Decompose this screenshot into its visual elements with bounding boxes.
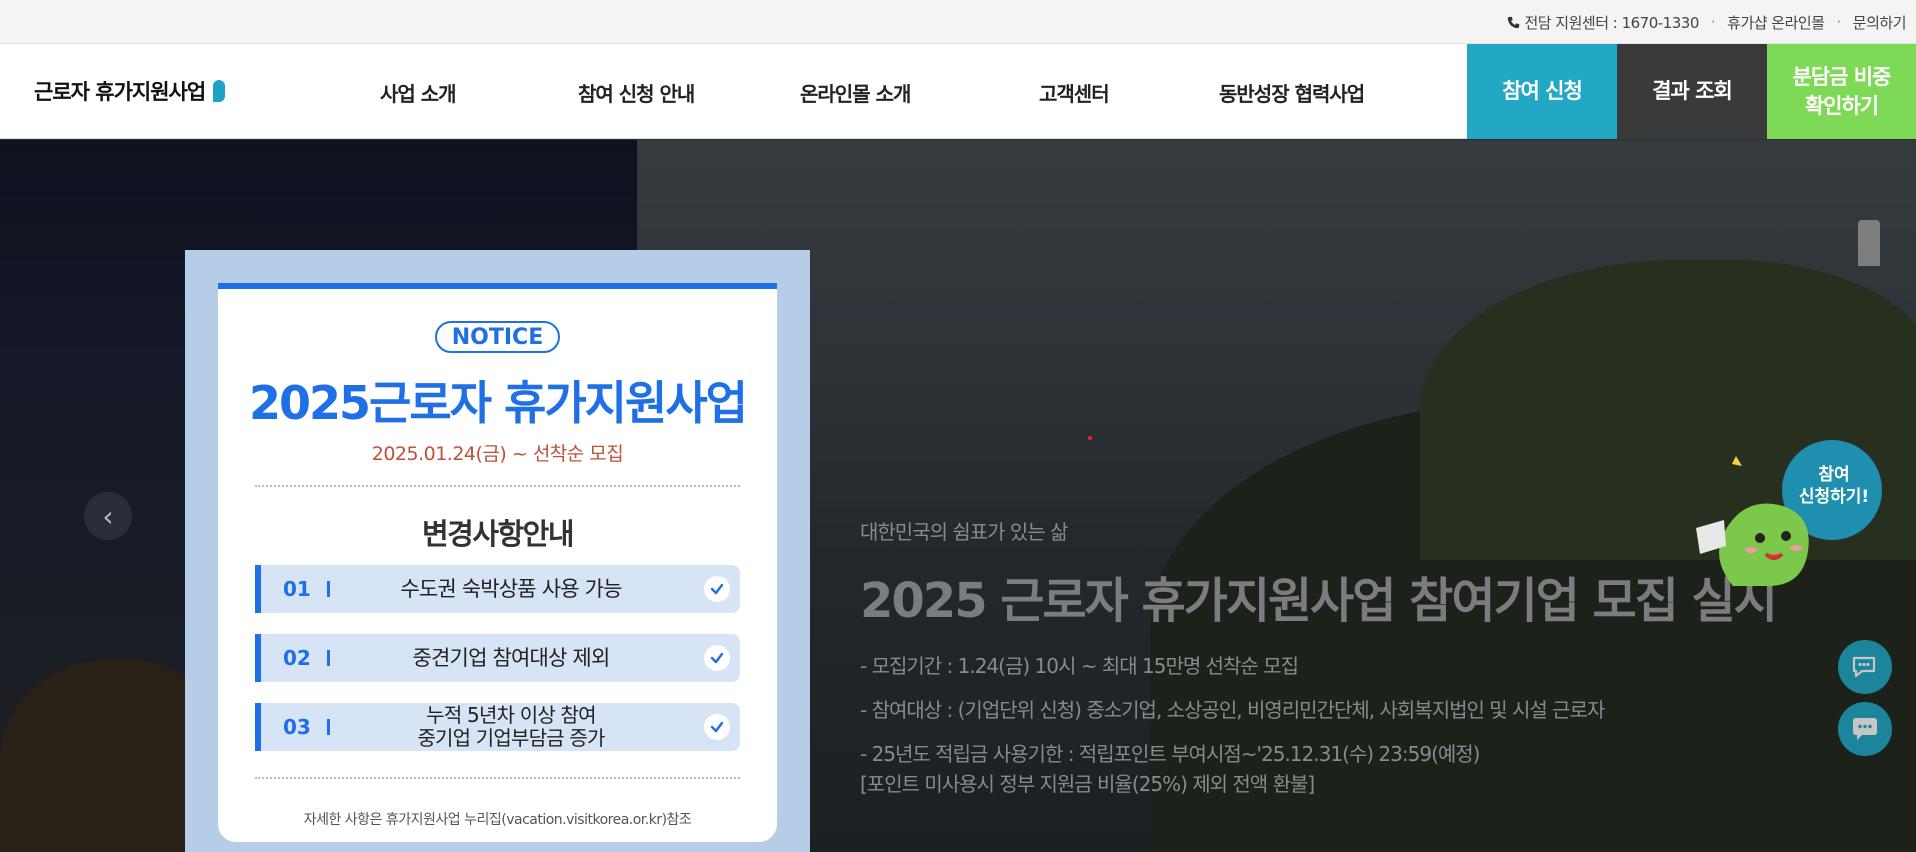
notice-card: NOTICE 2025근로자 휴가지원사업 2025.01.24(금) ~ 선착…: [218, 283, 777, 842]
notice-footer: 자세한 사항은 휴가지원사업 누리집(vacation.visitkorea.o…: [303, 812, 692, 828]
notice-date: 2025.01.24(금) ~ 선착순 모집: [371, 443, 624, 465]
nav-item-apply-guide[interactable]: 참여 신청 안내: [578, 78, 695, 107]
change-item-text: 누적 5년차 이상 참여 중기업 기업부담금 증가: [341, 703, 681, 751]
hero-line-period: - 모집기간 : 1.24(금) 10시 ~ 최대 15만명 선착순 모집: [860, 654, 1299, 678]
separator: ·: [1710, 13, 1716, 31]
hero-line-deadline: - 25년도 적립금 사용기한 : 적립포인트 부여시점~'25.12.31(수…: [860, 742, 1480, 766]
check-icon: [704, 576, 730, 602]
top-utility-bar: 전담 지원센터 : 1670-1330 · 휴가샵 온라인몰 · 문의하기: [0, 0, 1916, 44]
hero-line-target: - 참여대상 : (기업단위 신청) 중소기업, 소상공인, 비영리민간단체, …: [860, 698, 1605, 722]
phone-icon: [1508, 16, 1520, 28]
dotted-divider: [255, 777, 740, 779]
change-item-text-line1: 누적 5년차 이상 참여: [426, 703, 596, 727]
top-utility-links: 전담 지원센터 : 1670-1330 · 휴가샵 온라인몰 · 문의하기: [1507, 0, 1907, 44]
separator: ·: [1836, 13, 1842, 31]
change-item: 02 중견기업 참여대상 제외: [255, 634, 740, 682]
change-item-text: 수도권 숙박상품 사용 가능: [400, 576, 622, 601]
logo-mark-icon: [213, 80, 226, 102]
slider-prev-button[interactable]: ‹: [84, 492, 132, 540]
contribution-check-line2: 확인하기: [1804, 93, 1879, 118]
contribution-check-line1: 분담금 비중: [1792, 65, 1892, 90]
change-item-number: 02: [283, 646, 311, 670]
online-mall-link[interactable]: 휴가샵 온라인몰: [1727, 12, 1825, 33]
change-item-text: 중견기업 참여대상 제외: [412, 645, 611, 670]
nav-item-partnership[interactable]: 동반성장 협력사업: [1219, 78, 1365, 107]
changes-heading: 변경사항안내: [421, 517, 575, 551]
change-item: 03 누적 5년차 이상 참여 중기업 기업부담금 증가: [255, 703, 740, 751]
message-icon: [1853, 718, 1877, 740]
hero-text-block: 대한민국의 쉼표가 있는 삶 2025 근로자 휴가지원사업 참여기업 모집 실…: [860, 516, 1778, 813]
dotted-divider: [255, 485, 740, 487]
decorative-dot: [1088, 436, 1092, 440]
change-item-text-line2: 중기업 기업부담금 증가: [417, 726, 605, 750]
change-item-number: 01: [283, 577, 311, 601]
chat-icon: [1852, 656, 1876, 678]
hero-subtitle: 대한민국의 쉼표가 있는 삶: [860, 520, 1068, 544]
mascot-illustration: 참여 신청하기!: [1696, 440, 1882, 586]
nav-item-mall-intro[interactable]: 온라인몰 소개: [800, 78, 911, 107]
change-item: 01 수도권 숙박상품 사용 가능: [255, 565, 740, 613]
contribution-check-button[interactable]: 분담금 비중 확인하기: [1767, 44, 1916, 139]
hero-title: 2025 근로자 휴가지원사업 참여기업 모집 실시: [860, 573, 1778, 629]
notice-title: 2025근로자 휴가지원사업: [249, 376, 748, 430]
mascot-bubble-line1: 참여: [1818, 464, 1849, 485]
chat-consult-button[interactable]: [1838, 640, 1892, 694]
nav-item-customer-center[interactable]: 고객센터: [1039, 78, 1110, 107]
apply-button[interactable]: 참여 신청: [1467, 44, 1617, 139]
logo-text: 근로자 휴가지원사업: [34, 80, 206, 104]
notice-popup[interactable]: NOTICE 2025근로자 휴가지원사업 2025.01.24(금) ~ 선착…: [185, 250, 810, 852]
hero-line-group: - 25년도 적립금 사용기한 : 적립포인트 부여시점~'25.12.31(수…: [860, 739, 1776, 799]
chevron-left-icon: ‹: [102, 499, 114, 533]
mascot-bubble-line2: 신청하기!: [1799, 486, 1869, 507]
check-icon: [704, 714, 730, 740]
apply-mascot-widget[interactable]: 참여 신청하기!: [1688, 436, 1894, 596]
message-button[interactable]: [1838, 702, 1892, 756]
item-separator: [327, 650, 330, 666]
support-center-phone: 전담 지원센터 : 1670-1330: [1524, 13, 1699, 32]
site-logo[interactable]: 근로자 휴가지원사업: [34, 76, 226, 106]
check-icon: [704, 645, 730, 671]
item-separator: [327, 719, 330, 735]
change-item-number: 03: [283, 715, 311, 739]
result-lookup-button[interactable]: 결과 조회: [1617, 44, 1767, 139]
hero-line-refund: [포인트 미사용시 정부 지원금 비율(25%) 제외 전액 환불]: [860, 772, 1315, 796]
item-separator: [327, 581, 330, 597]
nav-item-business-intro[interactable]: 사업 소개: [380, 78, 457, 107]
main-header: 근로자 휴가지원사업 사업 소개 참여 신청 안내 온라인몰 소개 고객센터 동…: [0, 44, 1916, 139]
inquiry-link[interactable]: 문의하기: [1853, 12, 1907, 33]
notice-badge: NOTICE: [435, 321, 560, 353]
